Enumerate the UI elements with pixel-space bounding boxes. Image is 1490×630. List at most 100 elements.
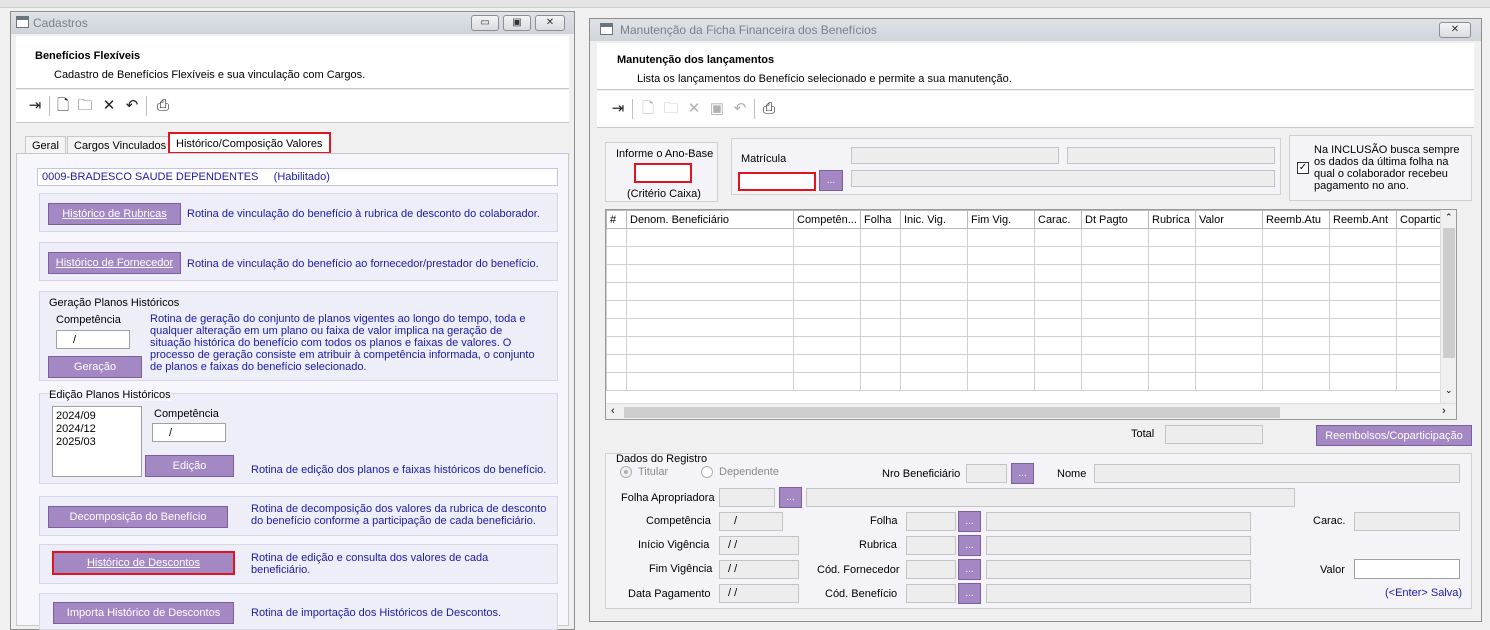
table-cell[interactable] (1148, 246, 1196, 265)
data-pagamento-input[interactable]: / / (719, 584, 799, 603)
table-cell[interactable] (900, 300, 968, 319)
table-cell[interactable] (1262, 246, 1330, 265)
nro-beneficiario-input[interactable] (966, 464, 1007, 483)
table-row[interactable] (606, 300, 1454, 319)
table-cell[interactable] (1329, 300, 1397, 319)
col-valor[interactable]: Valor (1195, 210, 1263, 229)
table-cell[interactable] (900, 264, 968, 283)
table-cell[interactable] (1329, 264, 1397, 283)
table-cell[interactable] (967, 228, 1035, 247)
table-cell[interactable] (860, 228, 901, 247)
minimize-button[interactable]: ▭ (471, 15, 499, 31)
new-document-icon[interactable]: 🗋 (639, 100, 657, 118)
table-cell[interactable] (1034, 372, 1082, 391)
table-cell[interactable] (626, 318, 794, 337)
undo-icon[interactable]: ↶ (123, 97, 141, 115)
table-cell[interactable] (860, 318, 901, 337)
scroll-up-arrow[interactable]: ⌃ (1445, 212, 1453, 223)
close-button[interactable]: ✕ (535, 15, 565, 31)
exit-icon[interactable]: ⇥ (609, 100, 627, 118)
table-cell[interactable] (860, 300, 901, 319)
fim-vigencia-input[interactable]: / / (719, 560, 799, 579)
scroll-left-arrow[interactable]: ‹ (611, 405, 615, 417)
vertical-scrollbar[interactable]: ⌃ ⌄ (1440, 210, 1456, 403)
table-cell[interactable] (967, 336, 1035, 355)
table-cell[interactable] (900, 354, 968, 373)
table-cell[interactable] (606, 300, 627, 319)
print-icon[interactable]: ⎙ (760, 100, 778, 118)
table-cell[interactable] (1081, 318, 1149, 337)
table-cell[interactable] (1195, 228, 1263, 247)
scroll-down-arrow[interactable]: ⌄ (1445, 385, 1453, 396)
table-cell[interactable] (1329, 246, 1397, 265)
ano-base-input[interactable] (634, 163, 692, 183)
table-cell[interactable] (793, 300, 861, 319)
exit-icon[interactable]: ⇥ (26, 97, 44, 115)
table-cell[interactable] (793, 372, 861, 391)
open-folder-icon[interactable]: 🗀 (662, 100, 680, 118)
table-cell[interactable] (1034, 282, 1082, 301)
table-cell[interactable] (967, 300, 1035, 319)
historico-fornecedor-button[interactable]: Histórico de Fornecedor (48, 252, 181, 274)
table-cell[interactable] (606, 264, 627, 283)
table-cell[interactable] (626, 264, 794, 283)
table-cell[interactable] (1034, 300, 1082, 319)
table-cell[interactable] (606, 336, 627, 355)
table-cell[interactable] (900, 282, 968, 301)
table-cell[interactable] (967, 372, 1035, 391)
table-cell[interactable] (1148, 300, 1196, 319)
table-cell[interactable] (967, 264, 1035, 283)
table-cell[interactable] (1195, 264, 1263, 283)
table-cell[interactable] (626, 300, 794, 319)
col-inic-vig[interactable]: Inic. Vig. (900, 210, 968, 229)
table-cell[interactable] (1081, 354, 1149, 373)
table-cell[interactable] (1329, 372, 1397, 391)
table-cell[interactable] (1148, 372, 1196, 391)
table-cell[interactable] (900, 318, 968, 337)
table-cell[interactable] (1081, 282, 1149, 301)
table-cell[interactable] (626, 246, 794, 265)
cod-beneficio-input[interactable] (906, 584, 956, 603)
table-cell[interactable] (967, 318, 1035, 337)
manutencao-titlebar[interactable]: Manutenção da Ficha Financeira dos Benef… (590, 19, 1481, 41)
table-cell[interactable] (900, 372, 968, 391)
rubrica-lookup-button[interactable]: ... (958, 535, 981, 556)
table-cell[interactable] (1262, 372, 1330, 391)
table-row[interactable] (606, 336, 1454, 355)
table-cell[interactable] (1034, 354, 1082, 373)
table-row[interactable] (606, 318, 1454, 337)
folha-apropriadora-lookup-button[interactable]: ... (779, 487, 802, 508)
table-cell[interactable] (1195, 336, 1263, 355)
folha-input[interactable] (906, 512, 956, 531)
table-cell[interactable] (1195, 246, 1263, 265)
hscroll-thumb[interactable] (624, 407, 1280, 418)
historico-rubricas-button[interactable]: Histórico de Rubricas (48, 203, 181, 225)
col-reemb-atu[interactable]: Reemb.Atu (1262, 210, 1330, 229)
matricula-input[interactable] (738, 172, 816, 191)
delete-icon[interactable]: ✕ (685, 100, 703, 118)
table-cell[interactable] (900, 336, 968, 355)
rubrica-input[interactable] (906, 536, 956, 555)
table-cell[interactable] (1195, 300, 1263, 319)
inclusao-checkbox[interactable]: ✓ (1297, 162, 1309, 174)
undo-icon[interactable]: ↶ (731, 100, 749, 118)
table-row[interactable] (606, 246, 1454, 265)
table-row[interactable] (606, 228, 1454, 247)
table-cell[interactable] (860, 246, 901, 265)
table-cell[interactable] (1034, 246, 1082, 265)
table-cell[interactable] (1195, 372, 1263, 391)
table-cell[interactable] (1148, 282, 1196, 301)
inicio-vigencia-input[interactable]: / / (719, 536, 799, 555)
table-cell[interactable] (1329, 354, 1397, 373)
cadastros-titlebar[interactable]: Cadastros ▭ ▣ ✕ (11, 12, 574, 34)
carac-input[interactable] (1354, 512, 1460, 531)
matricula-lookup-button[interactable]: ... (819, 170, 843, 191)
table-cell[interactable] (626, 354, 794, 373)
table-cell[interactable] (1034, 318, 1082, 337)
new-document-icon[interactable]: 🗋 (54, 97, 72, 115)
table-cell[interactable] (860, 282, 901, 301)
table-cell[interactable] (900, 228, 968, 247)
col-rubrica[interactable]: Rubrica (1148, 210, 1196, 229)
list-item[interactable]: 2024/12 (56, 423, 96, 435)
table-cell[interactable] (1329, 318, 1397, 337)
